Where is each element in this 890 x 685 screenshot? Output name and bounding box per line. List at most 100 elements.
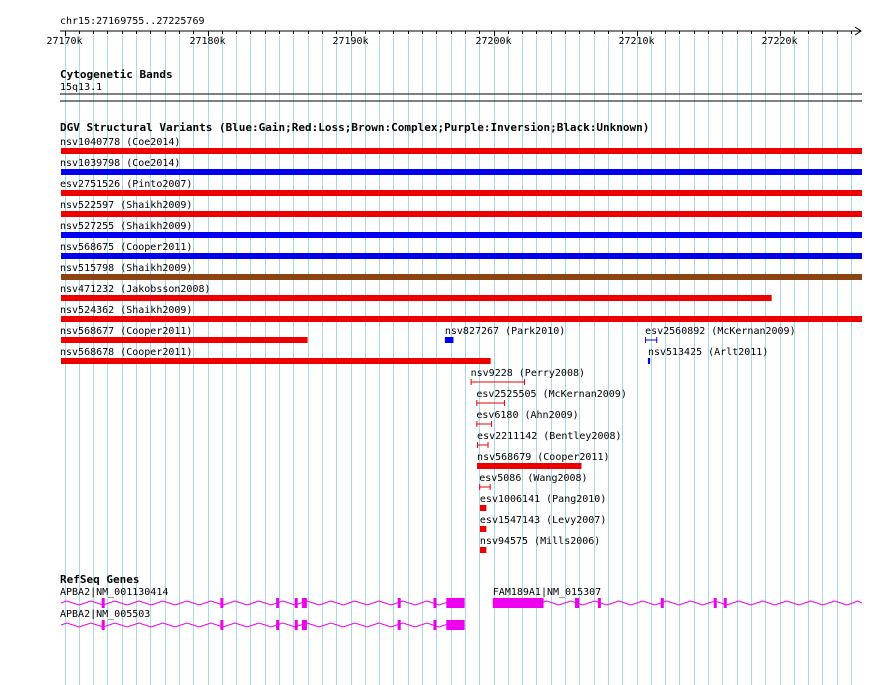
dgv-variant[interactable]: esv2211142 (Bentley2008) — [477, 431, 622, 448]
dgv-variant-label: nsv515798 (Shaikh2009) — [60, 263, 192, 274]
ruler[interactable]: chr15:27169755..27225769 27170k 27180k 271… — [46, 16, 862, 47]
refseq-gene[interactable]: APBA2|NM_001130414 — [60, 587, 465, 608]
dgv-variant-label: nsv94575 (Mills2006) — [480, 536, 600, 547]
dgv-variant-bar — [61, 232, 862, 238]
dgv-variant-bar — [61, 337, 308, 343]
dgv-variant[interactable]: nsv568675 (Cooper2011) — [60, 242, 862, 259]
ruler-tick-label: 27180k — [189, 36, 225, 47]
dgv-track[interactable]: DGV Structural Variants (Blue:Gain;Red:L… — [60, 121, 862, 553]
refseq-gene-intron — [492, 600, 863, 606]
dgv-variant[interactable]: nsv1040778 (Coe2014) — [60, 137, 862, 154]
dgv-variant-bar — [61, 190, 862, 196]
refseq-gene-intron — [60, 622, 465, 628]
dgv-variant-bar — [61, 148, 862, 154]
dgv-variant-label: nsv527255 (Shaikh2009) — [60, 221, 192, 232]
refseq-gene-exon — [294, 598, 298, 608]
refseq-gene-exon — [723, 598, 727, 608]
dgv-features: nsv1040778 (Coe2014) nsv1039798 (Coe2014)… — [60, 137, 862, 553]
refseq-gene-intron — [60, 600, 465, 606]
dgv-variant-label: nsv568675 (Cooper2011) — [60, 242, 192, 253]
refseq-gene-exon — [301, 620, 307, 630]
refseq-gene-exon — [433, 598, 437, 608]
dgv-variant-bar — [444, 337, 454, 343]
dgv-variant[interactable]: nsv568678 (Cooper2011) — [60, 347, 491, 364]
refseq-gene-exon — [446, 598, 465, 608]
dgv-variant[interactable]: nsv827267 (Park2010) — [444, 326, 565, 343]
dgv-variant-label: esv2560892 (McKernan2009) — [645, 326, 796, 337]
refseq-gene-exon — [713, 598, 717, 608]
dgv-variant[interactable]: nsv527255 (Shaikh2009) — [60, 221, 862, 238]
ruler-tick-label: 27210k — [618, 36, 654, 47]
dgv-variant-bar — [479, 505, 487, 511]
dgv-variant-label: nsv522597 (Shaikh2009) — [60, 200, 192, 211]
dgv-variant[interactable]: esv2751526 (Pinto2007) — [60, 179, 862, 196]
dgv-variant-label: esv1547143 (Levy2007) — [480, 515, 606, 526]
refseq-gene-exon — [492, 598, 544, 608]
dgv-variant[interactable]: nsv568677 (Cooper2011) — [60, 326, 308, 343]
dgv-variant-label: nsv9228 (Perry2008) — [471, 368, 585, 379]
cytoband-track-title: Cytogenetic Bands — [60, 68, 173, 81]
refseq-gene-exon — [397, 598, 401, 608]
dgv-variant-bar — [61, 358, 491, 364]
dgv-variant-label: esv2211142 (Bentley2008) — [477, 431, 622, 442]
ruler-ticks: 27170k 27180k 27190k 27200k 27210k 27220k — [46, 31, 852, 47]
dgv-variant-label: nsv568677 (Cooper2011) — [60, 326, 192, 337]
dgv-variant-bar — [479, 547, 487, 553]
refseq-gene-exon — [660, 598, 664, 608]
dgv-variant-bar — [61, 169, 862, 175]
dgv-variant-label: nsv568678 (Cooper2011) — [60, 347, 192, 358]
dgv-variant[interactable]: esv1547143 (Levy2007) — [479, 515, 606, 532]
refseq-track-title: RefSeq Genes — [60, 573, 139, 586]
cytoband-track[interactable]: Cytogenetic Bands 15q13.1 — [60, 68, 862, 102]
genome-browser-panel: chr15:27169755..27225769 27170k 27180k 271… — [0, 0, 890, 685]
refseq-gene-label: APBA2|NM_005503 — [60, 609, 150, 620]
refseq-gene-exon — [276, 598, 280, 608]
dgv-variant[interactable]: esv5086 (Wang2008) — [479, 473, 588, 490]
cytoband-label: 15q13.1 — [60, 82, 102, 93]
dgv-variant-label: esv5086 (Wang2008) — [479, 473, 587, 484]
dgv-variant[interactable]: esv1006141 (Pang2010) — [479, 494, 606, 511]
refseq-gene-exon — [301, 598, 307, 608]
dgv-variant[interactable]: nsv471232 (Jakobsson2008) — [60, 284, 772, 301]
refseq-gene-exon — [294, 620, 298, 630]
dgv-variant[interactable]: nsv522597 (Shaikh2009) — [60, 200, 862, 217]
dgv-variant[interactable]: nsv524362 (Shaikh2009) — [60, 305, 862, 322]
refseq-gene-exon — [446, 620, 465, 630]
refseq-gene-exon — [433, 620, 437, 630]
dgv-variant-bar — [479, 526, 487, 532]
dgv-variant-label: esv6180 (Ahn2009) — [476, 410, 578, 421]
dgv-variant-bar — [61, 274, 862, 280]
dgv-variant-bar — [647, 358, 651, 364]
refseq-gene-exon — [220, 598, 224, 608]
dgv-variant-label: nsv1039798 (Coe2014) — [60, 158, 180, 169]
dgv-variant[interactable]: nsv94575 (Mills2006) — [479, 536, 600, 553]
dgv-variant-bar — [477, 463, 582, 469]
refseq-gene[interactable]: FAM189A1|NM_015307 — [492, 587, 863, 608]
region-label: chr15:27169755..27225769 — [60, 16, 205, 27]
ruler-tick-label: 27190k — [332, 36, 368, 47]
refseq-track[interactable]: RefSeq Genes APBA2|NM_001130414 FAM189A1|… — [60, 573, 863, 630]
dgv-variant-label: esv1006141 (Pang2010) — [480, 494, 606, 505]
refseq-gene[interactable]: APBA2|NM_005503 — [60, 609, 465, 630]
dgv-variant-label: nsv524362 (Shaikh2009) — [60, 305, 192, 316]
dgv-variant[interactable]: nsv1039798 (Coe2014) — [60, 158, 862, 175]
dgv-variant-bar — [61, 253, 862, 259]
dgv-variant-label: nsv513425 (Arlt2011) — [648, 347, 768, 358]
refseq-features: APBA2|NM_001130414 FAM189A1|NM_015307 APBA… — [60, 587, 863, 630]
ruler-tick-label: 27220k — [761, 36, 797, 47]
dgv-variant-label: nsv471232 (Jakobsson2008) — [60, 284, 211, 295]
dgv-variant[interactable]: nsv9228 (Perry2008) — [470, 368, 585, 385]
refseq-gene-exon — [397, 620, 401, 630]
dgv-track-title: DGV Structural Variants (Blue:Gain;Red:L… — [60, 121, 649, 134]
dgv-variant[interactable]: esv6180 (Ahn2009) — [476, 410, 579, 427]
refseq-gene-label: FAM189A1|NM_015307 — [493, 587, 601, 598]
dgv-variant-label: nsv568679 (Cooper2011) — [477, 452, 609, 463]
dgv-variant-bar — [61, 211, 862, 217]
dgv-variant[interactable]: esv2560892 (McKernan2009) — [645, 326, 796, 343]
dgv-variant-label: esv2751526 (Pinto2007) — [60, 179, 192, 190]
refseq-gene-exon — [575, 598, 580, 608]
refseq-gene-exon — [276, 620, 280, 630]
dgv-variant[interactable]: nsv515798 (Shaikh2009) — [60, 263, 862, 280]
dgv-variant-label: nsv1040778 (Coe2014) — [60, 137, 180, 148]
dgv-variant[interactable]: nsv568679 (Cooper2011) — [477, 452, 610, 469]
